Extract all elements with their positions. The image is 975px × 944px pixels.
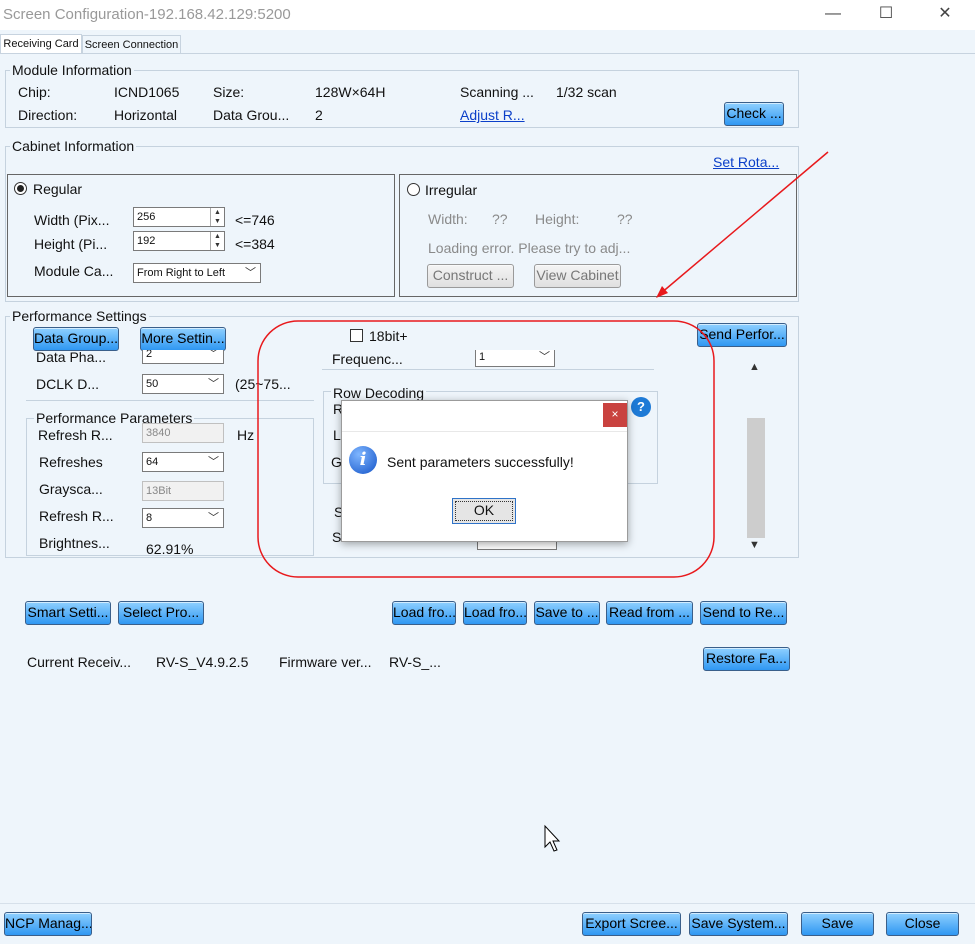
mouse-cursor-icon xyxy=(544,824,561,852)
close-button[interactable]: Close xyxy=(886,912,959,936)
dialog-message: Sent parameters successfully! xyxy=(387,454,574,470)
ok-button[interactable]: OK xyxy=(452,498,516,524)
dialog-close-icon[interactable]: × xyxy=(603,403,627,427)
annotation-arrow-line xyxy=(659,151,829,295)
success-dialog: × i Sent parameters successfully! OK xyxy=(341,400,628,542)
save-button[interactable]: Save xyxy=(801,912,874,936)
divider xyxy=(342,431,627,432)
save-system-button[interactable]: Save System... xyxy=(689,912,788,936)
ncp-manage-button[interactable]: NCP Manag... xyxy=(4,912,92,936)
info-icon: i xyxy=(349,446,377,474)
export-screen-button[interactable]: Export Scree... xyxy=(582,912,681,936)
